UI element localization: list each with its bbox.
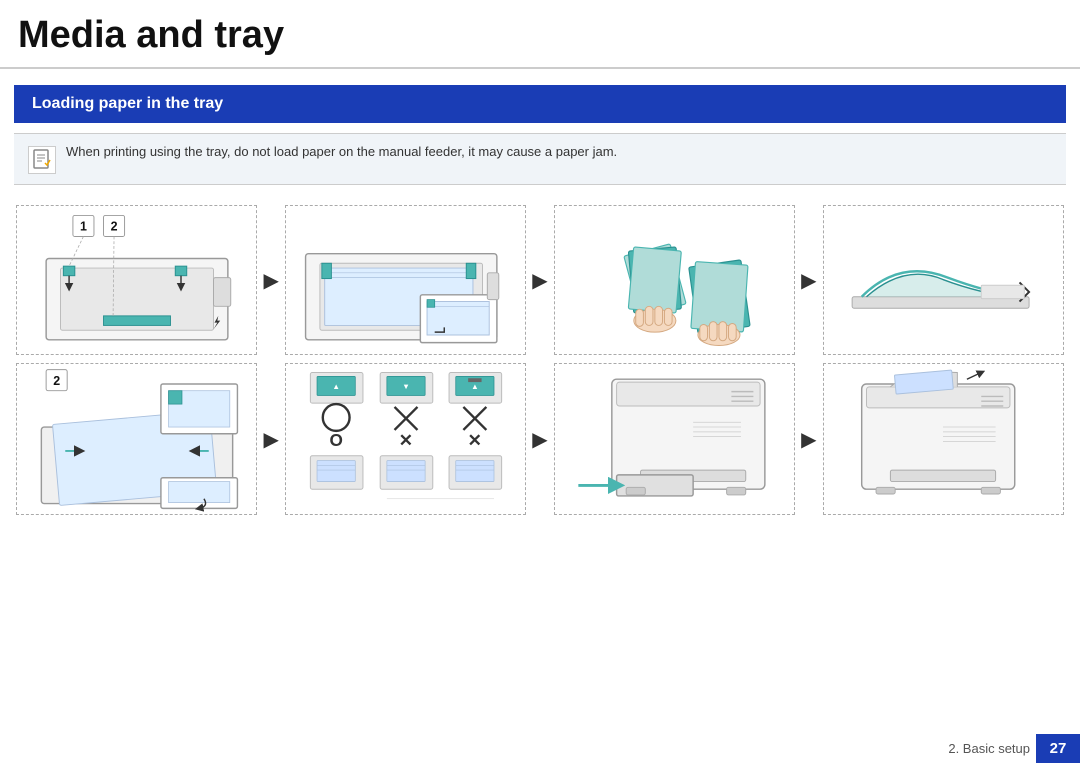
diagram-cell-r1c1: 1 2 (16, 205, 257, 355)
diagram-cell-r2c3 (554, 363, 795, 515)
diagram-cell-r1c4 (823, 205, 1064, 355)
diagram-cell-r1c2 (285, 205, 526, 355)
svg-text:1: 1 (80, 220, 87, 234)
diagram-cell-r2c1: 2 1 2 (16, 363, 257, 515)
arrow-6: ▶ (797, 427, 820, 452)
arrow-5: ▶ (528, 427, 551, 452)
footer: 2. Basic setup 27 (948, 734, 1080, 763)
svg-text:2: 2 (110, 220, 117, 234)
svg-text:▲: ▲ (332, 382, 340, 391)
note-box: When printing using the tray, do not loa… (14, 133, 1066, 185)
arrow-1: ▶ (259, 268, 282, 293)
note-icon (28, 146, 56, 174)
diagram-cell-r2c2: ▲ ▼ ▲ O (285, 363, 526, 515)
svg-text:2: 2 (53, 374, 60, 388)
svg-text:O: O (329, 430, 342, 450)
section-header: Loading paper in the tray (14, 85, 1066, 123)
arrow-4: ▶ (259, 427, 282, 452)
arrow-3: ▶ (797, 268, 820, 293)
diagram-row-1: 1 2 ▶ (14, 205, 1066, 355)
svg-text:▲: ▲ (471, 382, 479, 391)
note-text: When printing using the tray, do not loa… (66, 144, 617, 159)
diagram-cell-r2c4 (823, 363, 1064, 515)
page-title: Media and tray (0, 0, 1080, 69)
footer-page-badge: 27 (1036, 734, 1080, 763)
svg-text:✕: ✕ (467, 430, 481, 450)
diagram-cell-r1c3 (554, 205, 795, 355)
diagram-row-2: 2 1 2 (14, 363, 1066, 515)
svg-text:▼: ▼ (402, 382, 410, 391)
diagrams-area: 1 2 ▶ (0, 195, 1080, 533)
footer-section-label: 2. Basic setup (948, 741, 1036, 756)
arrow-2: ▶ (528, 268, 551, 293)
svg-text:✕: ✕ (398, 430, 412, 450)
